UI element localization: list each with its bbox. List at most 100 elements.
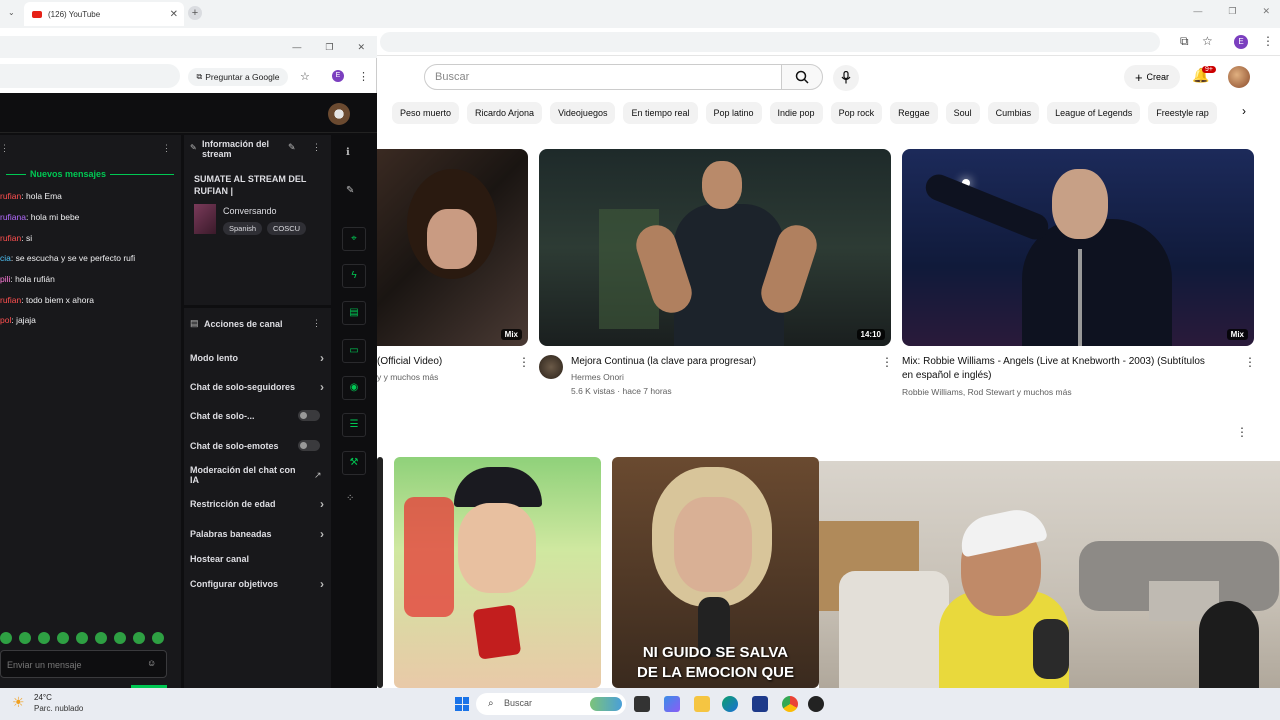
chat-message[interactable]: rufian: si [0,233,32,243]
chat-username[interactable]: cia [0,253,11,263]
twitch-address-bar[interactable] [0,64,180,88]
chat-message[interactable]: rufiana: hola mi bebe [0,212,79,222]
tab-close-icon[interactable]: ✕ [170,9,178,20]
video-thumbnail[interactable]: Mix [377,149,528,346]
close-window-button[interactable]: ✕ [1262,6,1270,17]
channel-avatar[interactable] [539,355,563,379]
action-subs-only[interactable]: Chat de solo-... [190,410,324,421]
app-icon[interactable] [808,696,824,712]
chat-message[interactable]: cia: se escucha y se ve perfecto rufi [0,253,135,263]
chip[interactable]: Reggae [890,102,938,124]
layout-icon[interactable]: ☰ [342,413,366,437]
chat-menu-kebab-icon[interactable]: ⋮ [162,143,171,154]
chat-message[interactable]: rufian: hola Ema [0,191,62,201]
video-title[interactable]: (Official Video) [377,355,442,369]
chip[interactable]: Soul [945,102,980,124]
emote-icon[interactable] [95,632,107,644]
search-button[interactable] [781,64,823,90]
store-icon[interactable] [752,696,768,712]
broadcast-icon[interactable]: ◉ [342,376,366,400]
stream-tag[interactable]: COSCU [267,222,307,235]
maximize-button[interactable]: ❐ [325,42,333,53]
chat-username[interactable]: rufian [0,233,21,243]
info-icon[interactable]: ℹ [346,147,350,158]
short-thumbnail[interactable]: NI GUIDO SE SALVA DE LA EMOCION QUE [612,457,819,688]
video-thumbnail[interactable]: Mix [902,149,1254,346]
stream-category[interactable]: Conversando [223,206,277,216]
tab-list-chevron-icon[interactable]: ⌄ [8,8,15,17]
lightning-icon[interactable]: ϟ [342,264,366,288]
new-tab-button[interactable]: + [188,6,202,20]
edge-icon[interactable] [722,696,738,712]
close-window-button[interactable]: ✕ [357,42,365,53]
chat-input[interactable]: Enviar un mensaje [0,650,167,678]
profile-avatar[interactable]: E [1234,35,1248,49]
chat-username[interactable]: pol [0,315,11,325]
bookmark-star-icon[interactable]: ☆ [300,70,310,83]
external-link-icon[interactable]: ↗ [314,470,322,481]
short-thumbnail[interactable] [394,457,601,688]
panel-menu-kebab-icon[interactable]: ⋮ [312,142,321,153]
edit-pencil-icon[interactable]: ✎ [346,185,354,196]
video-menu-kebab-icon[interactable]: ⋮ [881,355,893,369]
video-thumbnail[interactable]: 14:10 [539,149,891,346]
action-ai-moderation[interactable]: Moderación del chat con IA [190,465,306,485]
tab-youtube[interactable]: (126) YouTube ✕ [24,2,184,26]
emote-icon[interactable] [76,632,88,644]
chat-message[interactable]: pili: hola rufián [0,274,55,284]
chat-message[interactable]: rufian: todo biem x ahora [0,295,94,305]
menu-kebab-icon[interactable]: ⋮ [1262,34,1274,48]
action-set-goals[interactable]: Configurar objetivos › [190,577,324,591]
start-button[interactable] [455,697,469,711]
chip[interactable]: Pop latino [705,102,762,124]
chip[interactable]: Peso muerto [392,102,460,124]
toggle-switch[interactable] [298,410,320,421]
chat-bubble-icon[interactable]: ▭ [342,339,366,363]
emote-icon[interactable] [133,632,145,644]
chat-username[interactable]: rufian [0,295,21,305]
bookmark-star-icon[interactable]: ☆ [1202,34,1213,48]
toggle-switch[interactable] [298,440,320,451]
panel-menu-kebab-icon[interactable]: ⋮ [312,318,321,329]
chip[interactable]: League of Legends [1047,102,1141,124]
action-emote-only[interactable]: Chat de solo-emotes [190,440,324,451]
emote-icon[interactable] [57,632,69,644]
action-banned-words[interactable]: Palabras baneadas › [190,527,324,541]
minimize-button[interactable]: — [1193,6,1202,17]
emote-icon[interactable] [152,632,164,644]
voice-search-button[interactable] [833,65,859,91]
search-input[interactable]: Buscar [424,64,782,90]
emote-icon[interactable] [114,632,126,644]
video-title[interactable]: Mejora Continua (la clave para progresar… [571,355,756,369]
emote-icon[interactable] [38,632,50,644]
menu-kebab-icon[interactable]: ⋮ [358,70,369,83]
emote-icon[interactable] [0,632,12,644]
notes-icon[interactable]: ▤ [342,301,366,325]
weather-sun-icon[interactable]: ☀ [12,694,25,711]
category-box-art[interactable] [194,204,216,234]
emote-icon[interactable] [19,632,31,644]
chat-username[interactable]: rufian [0,191,21,201]
maximize-button[interactable]: ❐ [1228,6,1236,17]
chip[interactable]: En tiempo real [623,102,698,124]
chat-message[interactable]: pol: jajaja [0,315,36,325]
user-avatar[interactable] [328,103,350,125]
chip[interactable]: Freestyle rap [1148,102,1217,124]
copilot-icon[interactable] [664,696,680,712]
weather-temperature[interactable]: 24°C [34,693,52,702]
chat-username[interactable]: rufiana [0,212,26,222]
chat-settings-icon[interactable]: ⋮ [0,143,9,154]
chips-next-chevron-icon[interactable]: › [1242,104,1246,118]
file-explorer-icon[interactable] [694,696,710,712]
chat-username[interactable]: pili [0,274,10,284]
shelf-menu-kebab-icon[interactable]: ⋮ [1236,425,1248,439]
ask-google-button[interactable]: ⧉ Preguntar a Google [188,68,288,86]
address-bar[interactable] [380,32,1160,52]
chip[interactable]: Videojuegos [550,102,616,124]
action-host-channel[interactable]: Hostear canal [190,554,324,564]
video-thumbnail-partial[interactable] [377,457,383,688]
chip[interactable]: Cumbias [987,102,1040,124]
chip[interactable]: Pop rock [830,102,883,124]
action-followers-only[interactable]: Chat de solo-seguidores › [190,380,324,394]
quick-action-icon[interactable]: ⌖ [342,227,366,251]
